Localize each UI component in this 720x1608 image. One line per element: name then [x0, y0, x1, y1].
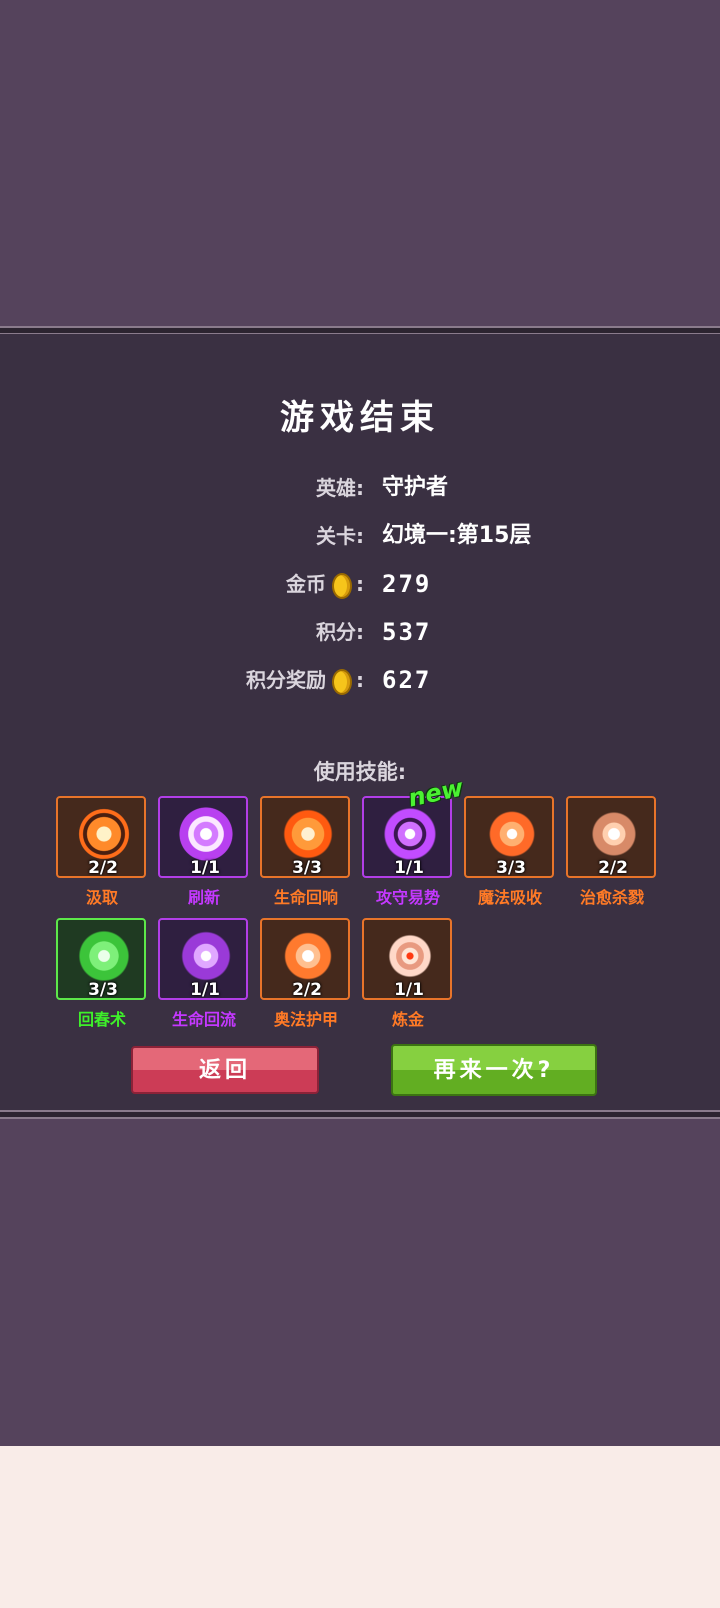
crosshair-icon: [382, 928, 438, 984]
gold-colon: :: [356, 572, 364, 596]
game-over-title: 游戏结束: [280, 398, 440, 438]
skill-icon-frame: 3/3: [464, 796, 554, 878]
skill-count: 1/1: [190, 980, 220, 1000]
skill-name: 魔法吸收: [477, 888, 542, 907]
skill-count: 3/3: [292, 858, 322, 878]
stage-value: 幻境一:第15层: [382, 523, 532, 548]
gold-value: 279: [382, 570, 432, 598]
skill-name: 生命回响: [273, 888, 338, 907]
skills-label: 使用技能:: [313, 760, 407, 784]
skill-name: 刷新: [187, 888, 220, 907]
reward-coin-icon: [332, 668, 352, 695]
skill-magic-absorb[interactable]: 3/3 魔法吸收: [462, 796, 558, 907]
hero-value: 守护者: [382, 475, 449, 500]
skill-name: 回春术: [77, 1010, 126, 1029]
skill-icon-frame: 2/2: [56, 796, 146, 878]
skill-name: 治愈杀戮: [579, 888, 644, 907]
skill-icon-frame: 2/2: [260, 918, 350, 1000]
play-again-button[interactable]: 再来一次?: [391, 1044, 597, 1096]
swirl-icon: [178, 806, 234, 862]
skill-name: 奥法护甲: [273, 1010, 338, 1029]
skill-count: 3/3: [496, 858, 526, 878]
skill-healing-slaughter[interactable]: 2/2 治愈杀戮: [564, 796, 660, 907]
reward-row: 积分奖励: 627: [0, 664, 720, 696]
skill-icon-frame: 1/1: [158, 796, 248, 878]
skill-icon-frame: 1/1: [362, 918, 452, 1000]
game-over-panel: 游戏结束 英雄: 守护者 关卡: 幻境一:第15层 金币: 279 积分: 53…: [0, 334, 720, 1110]
medical-cross-icon: [76, 806, 132, 862]
skill-name: 生命回流: [171, 1010, 236, 1029]
hero-label: 英雄:: [316, 476, 364, 500]
reward-colon: :: [356, 668, 364, 692]
score-row: 积分: 537: [0, 616, 720, 648]
skill-offense-defense-swap[interactable]: 1/1 攻守易势: [360, 796, 456, 907]
skill-count: 1/1: [394, 980, 424, 1000]
reward-label: 积分奖励: [246, 668, 326, 692]
score-label: 积分:: [316, 620, 364, 644]
skill-count: 3/3: [88, 980, 118, 1000]
slime-plus-icon: [76, 928, 132, 984]
skill-count: 1/1: [190, 858, 220, 878]
skill-refresh[interactable]: 1/1 刷新: [156, 796, 252, 907]
panel-bottom-border: [0, 1110, 720, 1119]
reward-value: 627: [382, 666, 432, 694]
skill-life-reflux[interactable]: 1/1 生命回流: [156, 918, 252, 1029]
stage-label: 关卡:: [316, 524, 364, 548]
bottom-background: [0, 1446, 720, 1608]
score-value: 537: [382, 618, 432, 646]
skill-name: 汲取: [85, 888, 118, 907]
skill-alchemy[interactable]: 1/1 炼金: [360, 918, 456, 1029]
skill-siphon[interactable]: 2/2 汲取: [54, 796, 150, 907]
skill-arcane-armor[interactable]: 2/2 奥法护甲: [258, 918, 354, 1029]
skill-icon-frame: 1/1: [158, 918, 248, 1000]
skill-count: 2/2: [292, 980, 322, 1000]
skill-count: 1/1: [394, 858, 424, 878]
skill-icon-frame: 3/3: [56, 918, 146, 1000]
skill-count: 2/2: [88, 858, 118, 878]
stage-row: 关卡: 幻境一:第15层: [0, 520, 720, 552]
skill-rejuvenation[interactable]: 3/3 回春术: [54, 918, 150, 1029]
skill-icon-frame: 1/1: [362, 796, 452, 878]
meditating-figure-icon: [280, 928, 336, 984]
skill-count: 2/2: [598, 858, 628, 878]
gold-label-group: 金币:: [286, 568, 364, 600]
back-button[interactable]: 返回: [131, 1046, 319, 1094]
skill-icon-frame: 2/2: [566, 796, 656, 878]
gold-label: 金币: [286, 572, 326, 596]
skill-icon-frame: 3/3: [260, 796, 350, 878]
hero-row: 英雄: 守护者: [0, 472, 720, 504]
gold-coin-icon: [332, 572, 352, 599]
winged-staff-icon: [484, 806, 540, 862]
muscle-arm-icon: [280, 806, 336, 862]
reward-label-group: 积分奖励:: [246, 664, 364, 696]
skill-life-echo[interactable]: 3/3 生命回响: [258, 796, 354, 907]
skill-name: 炼金: [391, 1010, 424, 1029]
shield-gear-icon: [382, 806, 438, 862]
skill-name: 攻守易势: [375, 888, 440, 907]
figure-glow-icon: [586, 806, 642, 862]
gold-row: 金币: 279: [0, 568, 720, 600]
winged-figure-icon: [178, 928, 234, 984]
